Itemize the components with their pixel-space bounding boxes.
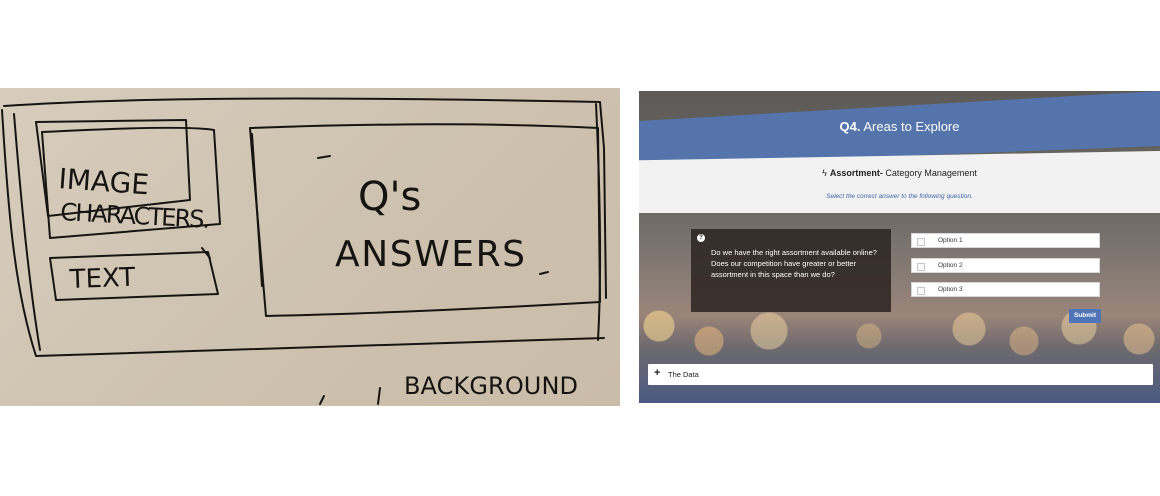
option-label: Option 2	[938, 262, 963, 269]
sketch-label-image: IMAGE	[58, 162, 151, 201]
question-card: ? Do we have the right assortment availa…	[691, 229, 891, 312]
answer-option-1[interactable]: Option 1	[911, 233, 1100, 248]
submit-button[interactable]: Submit	[1069, 309, 1101, 323]
sketch-label-qs: Q's	[358, 174, 421, 220]
answer-option-2[interactable]: Option 2	[911, 258, 1100, 273]
wireframe-sketch-photo: IMAGE CHARACTERS. TEXT Q's ANSWERS BACKG…	[0, 88, 620, 406]
sketch-outer-frame-bottom	[1, 109, 605, 357]
sketch-label-answers: ANSWERS	[335, 234, 525, 275]
question-icon[interactable]: ?	[697, 234, 705, 242]
category-panel	[639, 151, 1160, 213]
sketch-label-characters: CHARACTERS.	[60, 198, 211, 234]
the-data-label: The Data	[668, 370, 699, 379]
option-checkbox[interactable]	[917, 287, 925, 295]
option-checkbox[interactable]	[917, 238, 925, 246]
page-title: Q4. Areas to Explore	[639, 119, 1160, 134]
option-label: Option 1	[938, 237, 963, 244]
the-data-accordion[interactable]: + The Data	[648, 364, 1153, 385]
category-rest: Category Management	[882, 168, 977, 178]
question-number: Q4.	[839, 119, 861, 134]
sketch-label-background: BACKGROUND	[404, 372, 578, 400]
plus-icon: +	[654, 367, 661, 379]
answer-option-3[interactable]: Option 3	[911, 282, 1100, 297]
category-heading: ϟ Assortment- Category Management	[639, 168, 1160, 178]
sketch-label-text: TEXT	[68, 263, 136, 295]
question-text: Do we have the right assortment availabl…	[711, 248, 877, 279]
category-bold: Assortment-	[829, 168, 883, 178]
page-title-text: Areas to Explore	[860, 119, 960, 134]
sketch-qa-box	[249, 123, 601, 317]
sketch-drawing: IMAGE CHARACTERS. TEXT Q's ANSWERS BACKG…	[1, 97, 607, 405]
option-label: Option 3	[938, 286, 963, 293]
lightning-bolt-icon: ϟ	[822, 168, 827, 178]
instruction-text: Select the correct answer to the followi…	[826, 193, 973, 200]
option-checkbox[interactable]	[917, 263, 925, 271]
quiz-mockup-screenshot: Q4. Areas to Explore ϟ Assortment- Catego…	[639, 91, 1160, 403]
